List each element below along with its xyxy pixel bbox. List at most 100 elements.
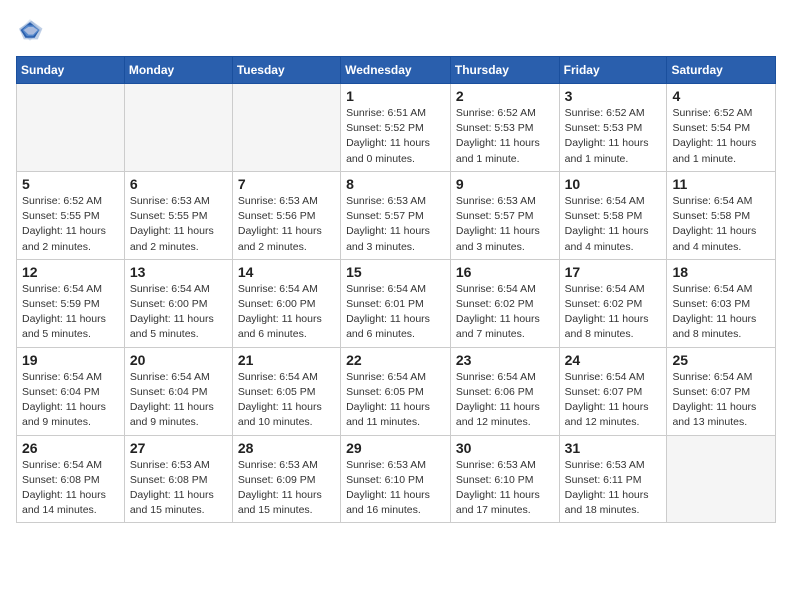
calendar-cell: 23Sunrise: 6:54 AM Sunset: 6:06 PM Dayli… <box>450 347 559 435</box>
day-info: Sunrise: 6:53 AM Sunset: 6:10 PM Dayligh… <box>456 458 554 519</box>
day-info: Sunrise: 6:54 AM Sunset: 6:01 PM Dayligh… <box>346 282 445 343</box>
calendar-cell: 11 Sunrise: 6:54 AM Sunset: 5:58 PM Dayli… <box>667 171 776 259</box>
calendar-cell: 24Sunrise: 6:54 AM Sunset: 6:07 PM Dayli… <box>559 347 667 435</box>
day-info: Sunrise: 6:53 AM Sunset: 5:57 PM Dayligh… <box>346 194 445 255</box>
day-info: Sunrise: 6:54 AM Sunset: 5:58 PM Dayligh… <box>672 194 770 255</box>
day-info: Sunrise: 6:52 AM Sunset: 5:53 PM Dayligh… <box>456 106 554 167</box>
calendar-cell: 31Sunrise: 6:53 AM Sunset: 6:11 PM Dayli… <box>559 435 667 523</box>
day-number: 10 <box>565 176 662 192</box>
day-number: 28 <box>238 440 335 456</box>
day-info: Sunrise: 6:53 AM Sunset: 6:08 PM Dayligh… <box>130 458 227 519</box>
day-number: 3 <box>565 88 662 104</box>
weekday-header: Friday <box>559 57 667 84</box>
day-number: 17 <box>565 264 662 280</box>
day-info: Sunrise: 6:54 AM Sunset: 6:04 PM Dayligh… <box>130 370 227 431</box>
day-info: Sunrise: 6:53 AM Sunset: 5:55 PM Dayligh… <box>130 194 227 255</box>
calendar-cell: 1 Sunrise: 6:51 AM Sunset: 5:52 PM Daylig… <box>341 84 451 172</box>
day-number: 14 <box>238 264 335 280</box>
day-number: 21 <box>238 352 335 368</box>
calendar-cell: 27 Sunrise: 6:53 AM Sunset: 6:08 PM Dayli… <box>124 435 232 523</box>
day-info: Sunrise: 6:54 AM Sunset: 6:07 PM Dayligh… <box>672 370 770 431</box>
calendar-header: SundayMondayTuesdayWednesdayThursdayFrid… <box>17 57 776 84</box>
calendar-cell: 12 Sunrise: 6:54 AM Sunset: 5:59 PM Dayli… <box>17 259 125 347</box>
day-number: 2 <box>456 88 554 104</box>
day-number: 18 <box>672 264 770 280</box>
day-number: 12 <box>22 264 119 280</box>
weekday-header: Saturday <box>667 57 776 84</box>
calendar-cell: 15 Sunrise: 6:54 AM Sunset: 6:01 PM Dayli… <box>341 259 451 347</box>
day-number: 26 <box>22 440 119 456</box>
day-number: 7 <box>238 176 335 192</box>
calendar-cell: 3 Sunrise: 6:52 AM Sunset: 5:53 PM Daylig… <box>559 84 667 172</box>
calendar-cell: 20 Sunrise: 6:54 AM Sunset: 6:04 PM Dayli… <box>124 347 232 435</box>
day-info: Sunrise: 6:53 AM Sunset: 5:57 PM Dayligh… <box>456 194 554 255</box>
weekday-header: Wednesday <box>341 57 451 84</box>
weekday-header: Thursday <box>450 57 559 84</box>
day-info: Sunrise: 6:51 AM Sunset: 5:52 PM Dayligh… <box>346 106 445 167</box>
page-header <box>16 16 776 44</box>
calendar-cell: 14 Sunrise: 6:54 AM Sunset: 6:00 PM Dayli… <box>232 259 340 347</box>
day-info: Sunrise: 6:54 AM Sunset: 6:08 PM Dayligh… <box>22 458 119 519</box>
day-number: 8 <box>346 176 445 192</box>
day-info: Sunrise: 6:54 AM Sunset: 5:59 PM Dayligh… <box>22 282 119 343</box>
calendar-cell: 28 Sunrise: 6:53 AM Sunset: 6:09 PM Dayli… <box>232 435 340 523</box>
calendar-cell: 2 Sunrise: 6:52 AM Sunset: 5:53 PM Daylig… <box>450 84 559 172</box>
day-info: Sunrise: 6:52 AM Sunset: 5:53 PM Dayligh… <box>565 106 662 167</box>
day-number: 16 <box>456 264 554 280</box>
calendar-cell: 16 Sunrise: 6:54 AM Sunset: 6:02 PM Dayli… <box>450 259 559 347</box>
calendar-cell: 9 Sunrise: 6:53 AM Sunset: 5:57 PM Daylig… <box>450 171 559 259</box>
calendar-cell: 8 Sunrise: 6:53 AM Sunset: 5:57 PM Daylig… <box>341 171 451 259</box>
calendar-cell: 22 Sunrise: 6:54 AM Sunset: 6:05 PM Dayli… <box>341 347 451 435</box>
calendar-cell: 13Sunrise: 6:54 AM Sunset: 6:00 PM Dayli… <box>124 259 232 347</box>
day-number: 22 <box>346 352 445 368</box>
day-info: Sunrise: 6:54 AM Sunset: 6:02 PM Dayligh… <box>456 282 554 343</box>
calendar-cell: 6 Sunrise: 6:53 AM Sunset: 5:55 PM Daylig… <box>124 171 232 259</box>
day-number: 5 <box>22 176 119 192</box>
logo <box>16 16 48 44</box>
calendar-body: 1 Sunrise: 6:51 AM Sunset: 5:52 PM Daylig… <box>17 84 776 523</box>
calendar-cell <box>17 84 125 172</box>
day-number: 13 <box>130 264 227 280</box>
day-info: Sunrise: 6:52 AM Sunset: 5:55 PM Dayligh… <box>22 194 119 255</box>
day-info: Sunrise: 6:54 AM Sunset: 6:06 PM Dayligh… <box>456 370 554 431</box>
day-info: Sunrise: 6:54 AM Sunset: 6:03 PM Dayligh… <box>672 282 770 343</box>
day-info: Sunrise: 6:54 AM Sunset: 6:00 PM Dayligh… <box>238 282 335 343</box>
calendar-cell: 19 Sunrise: 6:54 AM Sunset: 6:04 PM Dayli… <box>17 347 125 435</box>
calendar-week-row: 26 Sunrise: 6:54 AM Sunset: 6:08 PM Dayli… <box>17 435 776 523</box>
weekday-row: SundayMondayTuesdayWednesdayThursdayFrid… <box>17 57 776 84</box>
weekday-header: Tuesday <box>232 57 340 84</box>
day-number: 27 <box>130 440 227 456</box>
day-number: 25 <box>672 352 770 368</box>
calendar-week-row: 5 Sunrise: 6:52 AM Sunset: 5:55 PM Daylig… <box>17 171 776 259</box>
day-number: 20 <box>130 352 227 368</box>
calendar-cell: 29Sunrise: 6:53 AM Sunset: 6:10 PM Dayli… <box>341 435 451 523</box>
day-info: Sunrise: 6:54 AM Sunset: 6:05 PM Dayligh… <box>238 370 335 431</box>
calendar-cell: 26 Sunrise: 6:54 AM Sunset: 6:08 PM Dayli… <box>17 435 125 523</box>
calendar-week-row: 19 Sunrise: 6:54 AM Sunset: 6:04 PM Dayli… <box>17 347 776 435</box>
calendar-table: SundayMondayTuesdayWednesdayThursdayFrid… <box>16 56 776 523</box>
day-info: Sunrise: 6:53 AM Sunset: 6:11 PM Dayligh… <box>565 458 662 519</box>
day-number: 9 <box>456 176 554 192</box>
weekday-header: Monday <box>124 57 232 84</box>
calendar-cell <box>232 84 340 172</box>
day-info: Sunrise: 6:54 AM Sunset: 6:04 PM Dayligh… <box>22 370 119 431</box>
day-info: Sunrise: 6:53 AM Sunset: 6:10 PM Dayligh… <box>346 458 445 519</box>
calendar-cell: 5 Sunrise: 6:52 AM Sunset: 5:55 PM Daylig… <box>17 171 125 259</box>
logo-icon <box>16 16 44 44</box>
day-number: 11 <box>672 176 770 192</box>
calendar-cell: 18 Sunrise: 6:54 AM Sunset: 6:03 PM Dayli… <box>667 259 776 347</box>
calendar-week-row: 12 Sunrise: 6:54 AM Sunset: 5:59 PM Dayli… <box>17 259 776 347</box>
day-info: Sunrise: 6:54 AM Sunset: 6:02 PM Dayligh… <box>565 282 662 343</box>
calendar-cell: 25 Sunrise: 6:54 AM Sunset: 6:07 PM Dayli… <box>667 347 776 435</box>
calendar-cell <box>124 84 232 172</box>
day-number: 6 <box>130 176 227 192</box>
day-info: Sunrise: 6:54 AM Sunset: 6:05 PM Dayligh… <box>346 370 445 431</box>
day-number: 15 <box>346 264 445 280</box>
calendar-cell: 30Sunrise: 6:53 AM Sunset: 6:10 PM Dayli… <box>450 435 559 523</box>
day-number: 24 <box>565 352 662 368</box>
calendar-cell <box>667 435 776 523</box>
day-number: 1 <box>346 88 445 104</box>
day-info: Sunrise: 6:53 AM Sunset: 6:09 PM Dayligh… <box>238 458 335 519</box>
calendar-cell: 7Sunrise: 6:53 AM Sunset: 5:56 PM Daylig… <box>232 171 340 259</box>
day-number: 19 <box>22 352 119 368</box>
